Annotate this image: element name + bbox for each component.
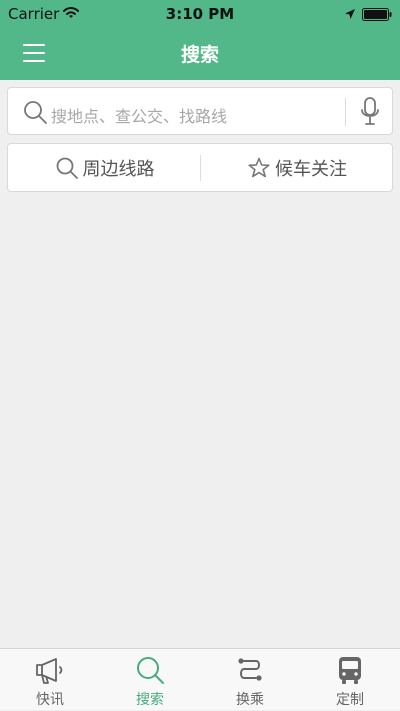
- search-icon: [24, 101, 47, 124]
- page-title: 搜索: [180, 44, 219, 66]
- location-arrow-icon: [345, 9, 355, 19]
- tab-news[interactable]: 快讯: [0, 649, 100, 711]
- quick-actions-bar: 周边线路 候车关注: [7, 143, 393, 192]
- search-icon: [137, 657, 164, 684]
- search-input[interactable]: 搜地点、查公交、找路线: [7, 87, 393, 135]
- tab-custom-label: 定制: [336, 692, 364, 708]
- waiting-follow-label: 候车关注: [275, 158, 347, 180]
- transfer-icon: [238, 658, 262, 681]
- tab-search-label: 搜索: [136, 692, 164, 708]
- battery-icon: [362, 8, 392, 21]
- star-icon: [248, 157, 270, 177]
- tab-transfer[interactable]: 换乘: [200, 649, 300, 711]
- waiting-follow-button[interactable]: 候车关注: [201, 144, 393, 191]
- nearby-routes-label: 周边线路: [82, 158, 155, 180]
- status-bar: Carrier 3:10 PM: [0, 0, 400, 28]
- search-divider: [345, 98, 346, 126]
- search-icon: [56, 157, 78, 179]
- megaphone-icon: [36, 658, 63, 684]
- status-time: 3:10 PM: [165, 5, 235, 23]
- microphone-icon[interactable]: [359, 96, 381, 127]
- bus-icon: [339, 657, 361, 684]
- tab-transfer-label: 换乘: [236, 692, 264, 708]
- tab-news-label: 快讯: [36, 692, 64, 708]
- tab-search[interactable]: 搜索: [100, 649, 200, 711]
- bottom-tab-bar: 快讯 搜索 换乘 定制: [0, 648, 400, 710]
- search-placeholder: 搜地点、查公交、找路线: [51, 107, 228, 126]
- app-header: Carrier 3:10 PM 搜索: [0, 0, 400, 80]
- tab-custom[interactable]: 定制: [300, 649, 400, 711]
- nearby-routes-button[interactable]: 周边线路: [8, 144, 201, 191]
